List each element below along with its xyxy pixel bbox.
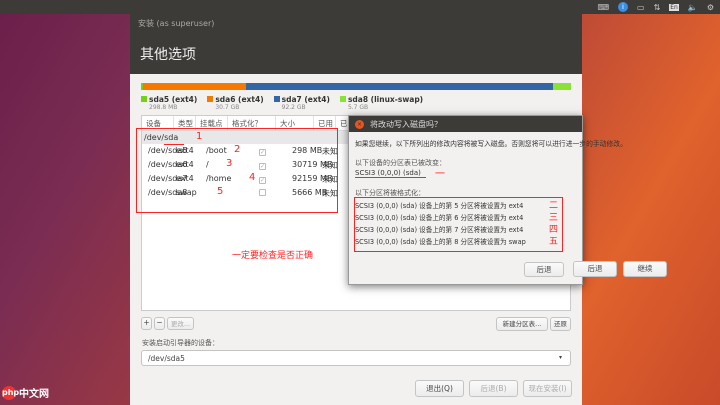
remove-partition-button[interactable]: − (154, 317, 165, 330)
accessibility-icon[interactable]: i (618, 2, 628, 12)
page-title: 其他选项 (130, 32, 582, 74)
new-partition-table-button[interactable]: 新建分区表... (496, 317, 548, 331)
legend-size: 5.7 GB (347, 104, 369, 111)
partition-segment (142, 83, 246, 90)
partition-legend: sda5 (ext4) 298.8 MB sda6 (ext4) 30.7 GB sda… (141, 95, 423, 111)
dialog-back-button-visible[interactable]: 后退 (573, 261, 617, 277)
legend-name: sda7 (ext4) (281, 95, 330, 104)
keyboard-icon[interactable]: ⌨ (597, 3, 609, 12)
change-partition-button[interactable]: 更改... (167, 317, 194, 330)
window-title: 安装 (as superuser) (130, 14, 582, 32)
legend-swatch (141, 96, 147, 102)
annotation-note: 一定要检查是否正确 (232, 251, 314, 261)
legend-swatch (339, 96, 346, 102)
legend-item: sda8 (linux-swap) 5.7 GB (339, 95, 424, 111)
install-now-button[interactable]: 现在安装(I) (523, 380, 572, 397)
revert-button[interactable]: 还原 (550, 317, 571, 331)
quit-button[interactable]: 退出(Q) (415, 380, 464, 397)
close-icon[interactable]: × (355, 119, 364, 129)
legend-name: sda8 (linux-swap) (347, 95, 424, 104)
confirm-dialog: × 将改动写入磁盘吗？ 如果您继续，以下所列出的修改内容将被写入磁盘。否则您将可… (348, 115, 627, 285)
battery-icon[interactable]: ▭ (637, 3, 645, 12)
dialog-back-button[interactable]: 后退 (524, 262, 564, 277)
legend-swatch (207, 96, 214, 102)
gear-icon[interactable]: ⚙ (707, 3, 714, 12)
partition-segment (552, 83, 571, 90)
legend-size: 298.8 MB (149, 104, 178, 111)
partition-segment (245, 83, 553, 90)
dialog-continue-button[interactable]: 继续 (623, 261, 667, 277)
system-tray: ⌨ i ▭ ⇅ En 🔈 ⚙ (597, 2, 714, 12)
legend-item: sda5 (ext4) 298.8 MB (141, 95, 197, 111)
top-panel: ⌨ i ▭ ⇅ En 🔈 ⚙ (0, 0, 720, 14)
watermark-logo: php 中文网 (2, 385, 49, 400)
changed-device: SCSI3 (0,0,0) (sda) (355, 169, 426, 178)
network-icon[interactable]: ⇅ (654, 3, 661, 12)
legend-swatch (273, 96, 280, 102)
volume-icon[interactable]: 🔈 (688, 3, 698, 12)
bootloader-label: 安装启动引导器的设备： (142, 339, 219, 347)
annotation-box (354, 197, 563, 252)
annotation-box (136, 128, 338, 213)
bootloader-value: /dev/sda5 (148, 354, 185, 363)
add-partition-button[interactable]: + (141, 317, 152, 330)
dialog-title: 将改动写入磁盘吗？ (370, 119, 442, 129)
chevron-down-icon: ▾ (558, 354, 562, 361)
legend-item: sda7 (ext4) 92.2 GB (273, 95, 330, 111)
legend-name: sda5 (ext4) (149, 95, 198, 104)
bootloader-select[interactable]: /dev/sda5 ▾ (141, 350, 571, 366)
back-button[interactable]: 后退(B) (469, 380, 518, 397)
legend-size: 30.7 GB (215, 104, 240, 111)
dialog-intro: 如果您继续，以下所列出的修改内容将被写入磁盘。否则您将可以进行进一步的手动修改。 (355, 140, 627, 148)
legend-name: sda6 (ext4) (215, 95, 264, 104)
legend-size: 92.2 GB (281, 104, 306, 111)
dialog-titlebar: × 将改动写入磁盘吗？ (349, 116, 582, 132)
legend-item: sda6 (ext4) 30.7 GB (207, 95, 264, 111)
language-indicator[interactable]: En (669, 3, 679, 11)
partition-bar (141, 83, 571, 90)
annotation-mark: 一 (435, 169, 445, 180)
changed-label: 以下设备的分区表已被改变： (355, 159, 446, 167)
